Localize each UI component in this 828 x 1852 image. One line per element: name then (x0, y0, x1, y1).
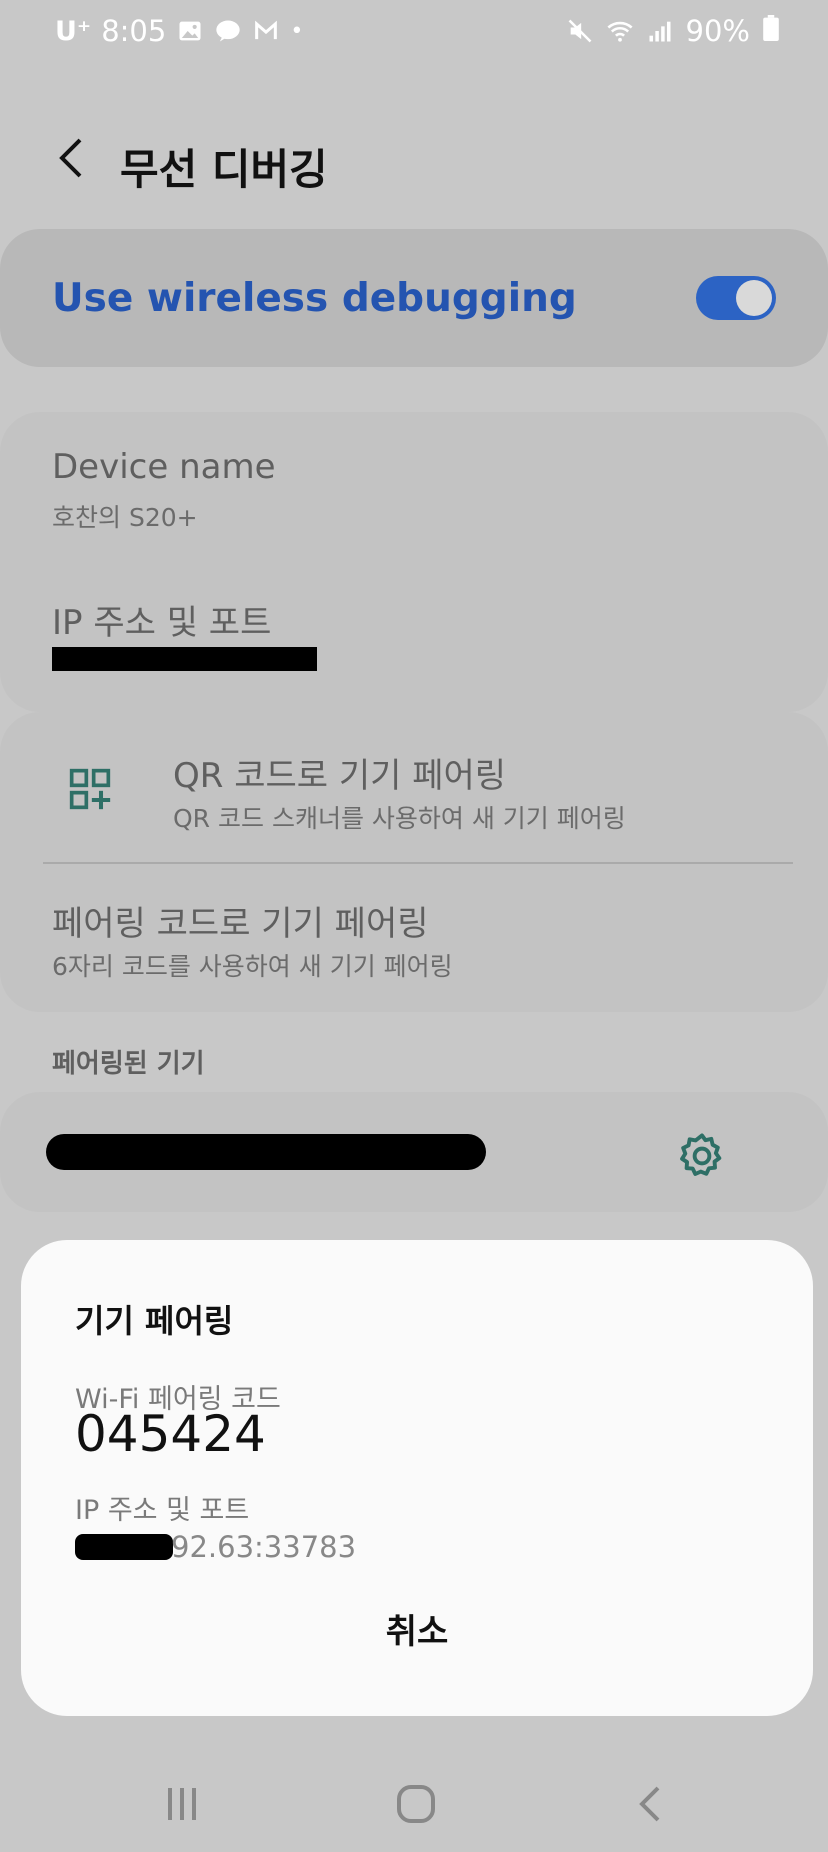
device-name-title: Device name (52, 447, 276, 487)
ip-port-title: IP 주소 및 포트 (52, 603, 272, 643)
mute-icon (566, 17, 594, 45)
home-icon (397, 1785, 435, 1823)
dialog-ip-value: 92.63:33783 (171, 1530, 357, 1564)
carrier-label: U⁺ (55, 15, 92, 47)
status-right: 90% (566, 14, 780, 48)
app-header: 무선 디버깅 (0, 110, 828, 210)
code-pairing-subtitle: 6자리 코드를 사용하여 새 기기 페어링 (52, 952, 453, 981)
gmail-icon (252, 17, 280, 45)
qr-code-icon (68, 767, 112, 811)
dialog-ip-label: IP 주소 및 포트 (75, 1495, 250, 1526)
dialog-title: 기기 페어링 (75, 1302, 234, 1340)
paired-device-row[interactable] (0, 1092, 828, 1212)
qr-pairing-subtitle: QR 코드 스캐너를 사용하여 새 기기 페어링 (173, 804, 626, 833)
navigation-bar (0, 1752, 828, 1852)
redacted-ip-prefix (75, 1534, 173, 1560)
divider (43, 862, 793, 864)
home-button[interactable] (392, 1780, 440, 1828)
recents-icon (168, 1788, 196, 1820)
signal-icon (646, 17, 674, 45)
nav-back-icon (639, 1786, 660, 1822)
device-info-card: Device name 호찬의 S20+ IP 주소 및 포트 (0, 412, 828, 712)
toggle-knob (736, 280, 772, 316)
page-title: 무선 디버깅 (120, 145, 328, 194)
wireless-debugging-label: Use wireless debugging (52, 276, 577, 321)
pairing-dialog: 기기 페어링 Wi-Fi 페어링 코드 045424 IP 주소 및 포트 92… (21, 1240, 813, 1716)
status-dot: • (290, 18, 304, 44)
code-pairing-title: 페어링 코드로 기기 페어링 (52, 904, 429, 944)
device-name-value: 호찬의 S20+ (52, 503, 198, 532)
image-icon (176, 17, 204, 45)
nav-back-button[interactable] (628, 1780, 676, 1828)
paired-devices-header: 페어링된 기기 (52, 1049, 205, 1079)
back-button[interactable] (44, 128, 104, 188)
cancel-button[interactable]: 취소 (21, 1604, 813, 1653)
qr-pairing-title: QR 코드로 기기 페어링 (173, 756, 507, 796)
recents-button[interactable] (158, 1780, 206, 1828)
status-bar: U⁺ 8:05 • 90% (0, 0, 828, 66)
redacted-device-name (46, 1134, 486, 1170)
pairing-code-value: 045424 (75, 1405, 266, 1463)
pairing-options-card: QR 코드로 기기 페어링 QR 코드 스캐너를 사용하여 새 기기 페어링 페… (0, 712, 828, 1012)
redacted-ip (52, 647, 317, 671)
battery-percent: 90% (685, 14, 750, 48)
wireless-debugging-toggle[interactable] (696, 276, 776, 320)
wireless-debugging-switch-row[interactable]: Use wireless debugging (0, 229, 828, 367)
screen: U⁺ 8:05 • 90% 무선 디버깅 Use wireless debugg… (0, 0, 828, 1852)
gear-icon (680, 1133, 722, 1176)
status-time: 8:05 (101, 14, 167, 48)
talk-icon (214, 17, 242, 45)
device-settings-button[interactable] (676, 1130, 728, 1182)
wifi-icon (606, 17, 634, 45)
battery-icon (762, 14, 780, 48)
status-left: U⁺ 8:05 • (55, 14, 303, 48)
back-icon (59, 138, 82, 178)
